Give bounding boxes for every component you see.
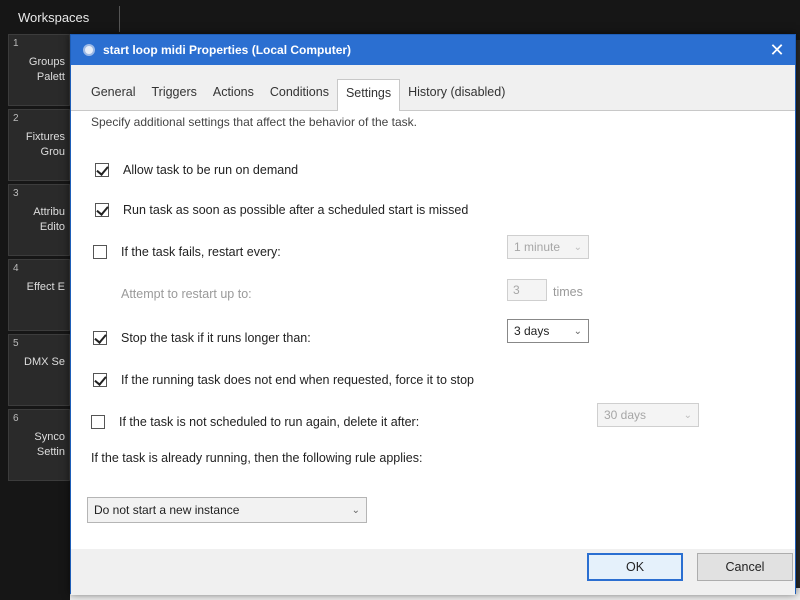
tile-number: 2 [13, 113, 19, 124]
chevron-down-icon: ⌄ [683, 409, 692, 421]
tile-number: 5 [13, 338, 19, 349]
task-clock-icon [83, 44, 95, 56]
run-asap-row: Run task as soon as possible after a sch… [95, 203, 468, 217]
workspace-tile[interactable]: 3 Attribu Edito [8, 184, 70, 256]
settings-panel: Specify additional settings that affect … [71, 111, 795, 595]
restart-attempts-row: Attempt to restart up to: [121, 287, 252, 301]
restart-attempts-unit: times [553, 285, 583, 299]
tile-number: 3 [13, 188, 19, 199]
tile-label: Effect E [26, 281, 65, 293]
restart-interval-select[interactable]: 1 minute ⌄ [507, 235, 589, 259]
workspaces-header[interactable]: Workspaces [10, 6, 120, 32]
task-properties-dialog: start loop midi Properties (Local Comput… [70, 34, 796, 595]
stop-duration-select[interactable]: 3 days ⌄ [507, 319, 589, 343]
restart-attempts-unit-row: times [553, 285, 583, 299]
tile-label: DMX Se [24, 356, 65, 368]
chevron-down-icon: ⌄ [351, 504, 360, 516]
workspace-tile[interactable]: 6 Synco Settin [8, 409, 70, 481]
restart-on-fail-label: If the task fails, restart every: [121, 245, 281, 259]
cancel-button[interactable]: Cancel [697, 553, 793, 581]
stop-if-longer-checkbox[interactable] [93, 331, 107, 345]
tab-strip: General Triggers Actions Conditions Sett… [71, 65, 795, 112]
allow-on-demand-checkbox[interactable] [95, 163, 109, 177]
allow-on-demand-row: Allow task to be run on demand [95, 163, 298, 177]
restart-on-fail-row: If the task fails, restart every: [93, 245, 281, 259]
running-rule-select[interactable]: Do not start a new instance ⌄ [87, 497, 367, 523]
close-button[interactable]: ✕ [759, 35, 795, 65]
workspace-tile[interactable]: 5 DMX Se [8, 334, 70, 406]
delete-if-not-scheduled-row: If the task is not scheduled to run agai… [91, 415, 419, 429]
delete-if-not-scheduled-label: If the task is not scheduled to run agai… [119, 415, 420, 429]
run-asap-checkbox[interactable] [95, 203, 109, 217]
delete-duration-value: 30 days [604, 408, 647, 422]
restart-attempts-label: Attempt to restart up to: [121, 287, 252, 301]
force-stop-row: If the running task does not end when re… [93, 373, 474, 387]
tile-label: Synco Settin [34, 431, 65, 458]
tab-settings[interactable]: Settings [336, 79, 401, 112]
allow-on-demand-label: Allow task to be run on demand [123, 163, 299, 177]
restart-attempts-spinner[interactable]: 3 [507, 279, 547, 301]
force-stop-checkbox[interactable] [93, 373, 107, 387]
delete-duration-select[interactable]: 30 days ⌄ [597, 403, 699, 427]
stop-if-longer-row: Stop the task if it runs longer than: [93, 331, 311, 345]
workspace-tile[interactable]: 2 Fixtures Grou [8, 109, 70, 181]
chevron-down-icon: ⌄ [573, 241, 582, 253]
dialog-titlebar[interactable]: start loop midi Properties (Local Comput… [71, 35, 795, 65]
chevron-down-icon: ⌄ [573, 325, 582, 337]
tile-label: Groups Palett [28, 56, 65, 83]
dialog-footer: OK Cancel [71, 549, 795, 595]
tab-triggers[interactable]: Triggers [143, 79, 204, 111]
tab-conditions[interactable]: Conditions [262, 79, 337, 111]
dialog-title: start loop midi Properties (Local Comput… [103, 43, 352, 57]
running-rule-label: If the task is already running, then the… [91, 451, 423, 465]
tile-number: 6 [13, 413, 19, 424]
force-stop-label: If the running task does not end when re… [121, 373, 475, 387]
run-asap-label: Run task as soon as possible after a sch… [123, 203, 469, 217]
stop-duration-value: 3 days [514, 324, 550, 338]
restart-interval-value: 1 minute [514, 240, 561, 254]
running-rule-value: Do not start a new instance [94, 503, 240, 517]
workspace-tile[interactable]: 1 Groups Palett [8, 34, 70, 106]
settings-description: Specify additional settings that affect … [91, 115, 417, 129]
workspace-tiles: 1 Groups Palett 2 Fixtures Grou 3 Attribu E… [8, 34, 70, 484]
tab-actions[interactable]: Actions [205, 79, 262, 111]
running-rule-label-row: If the task is already running, then the… [91, 451, 422, 465]
tab-general[interactable]: General [83, 79, 143, 111]
tab-history[interactable]: History (disabled) [400, 79, 513, 111]
workspace-tile[interactable]: 4 Effect E [8, 259, 70, 331]
delete-if-not-scheduled-checkbox[interactable] [91, 415, 105, 429]
tile-label: Fixtures Grou [25, 131, 65, 158]
ok-button[interactable]: OK [587, 553, 683, 581]
stop-if-longer-label: Stop the task if it runs longer than: [121, 331, 311, 345]
tile-number: 4 [13, 263, 19, 274]
tile-label: Attribu Edito [33, 206, 65, 233]
tile-number: 1 [13, 38, 19, 49]
restart-on-fail-checkbox[interactable] [93, 245, 107, 259]
